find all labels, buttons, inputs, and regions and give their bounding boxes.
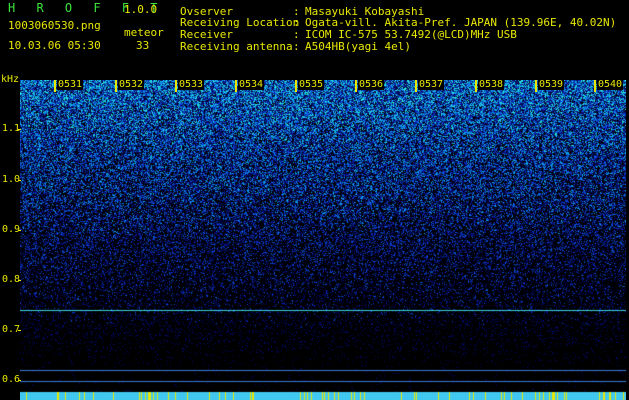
- meteor-count: 33: [136, 39, 150, 52]
- y-tick-mark: [18, 230, 21, 231]
- time-marker: [235, 80, 237, 92]
- time-marker: [175, 80, 177, 92]
- time-tick-label: 0537: [418, 79, 445, 90]
- time-tick-label: 0534: [238, 79, 265, 90]
- time-tick-label: 0533: [178, 79, 205, 90]
- time-marker: [475, 80, 477, 92]
- mode-label: meteor: [124, 26, 164, 39]
- date-time: 10.03.06 05:30: [8, 39, 101, 52]
- time-tick-label: 0540: [597, 79, 624, 90]
- time-marker: [54, 80, 56, 92]
- antenna-value: A504HB(yagi 4el): [305, 40, 411, 53]
- time-tick-label: 0536: [358, 79, 385, 90]
- time-tick-label: 0538: [478, 79, 505, 90]
- time-marker: [115, 80, 117, 92]
- y-tick-mark: [18, 129, 21, 130]
- time-marker: [594, 80, 596, 92]
- time-tick-label: 0532: [118, 79, 145, 90]
- y-tick-mark: [18, 180, 21, 181]
- y-tick-mark: [18, 280, 21, 281]
- colon-separator: :: [293, 40, 300, 53]
- file-name: 1003060530.png: [8, 19, 101, 32]
- time-marker: [295, 80, 297, 92]
- time-marker: [415, 80, 417, 92]
- time-marker: [535, 80, 537, 92]
- antenna-label: Receiving antenna: [180, 40, 293, 53]
- app-version: 1.0.0: [124, 3, 158, 16]
- frequency-unit-label: kHz: [1, 74, 20, 85]
- time-tick-label: 0531: [57, 79, 84, 90]
- y-tick-mark: [18, 330, 21, 331]
- time-tick-label: 0535: [298, 79, 325, 90]
- time-tick-label: 0539: [538, 79, 565, 90]
- spectrogram: [20, 80, 626, 400]
- time-marker: [355, 80, 357, 92]
- y-tick-mark: [18, 380, 21, 381]
